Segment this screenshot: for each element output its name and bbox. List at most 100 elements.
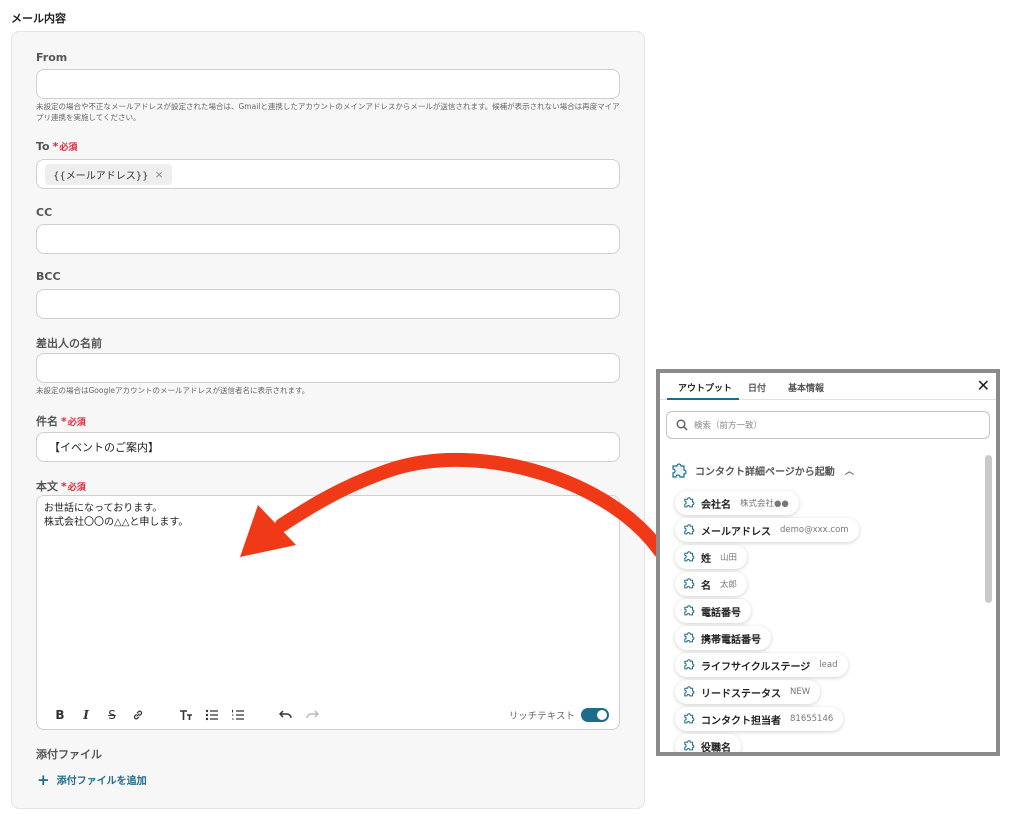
subject-label-text: 件名	[36, 415, 58, 428]
strikethrough-icon[interactable]: S	[99, 705, 125, 725]
add-attachment-button[interactable]: + 添付ファイルを追加	[37, 772, 147, 787]
italic-icon[interactable]: I	[73, 705, 99, 725]
from-label: From	[36, 51, 68, 64]
output-item[interactable]: ライフサイクルステージ lead	[675, 653, 848, 677]
bullet-list-icon[interactable]	[199, 705, 225, 725]
search-placeholder: 検索（前方一致）	[694, 421, 763, 431]
cc-label: CC	[36, 206, 53, 219]
output-item-value: 株式会社●●	[740, 499, 789, 509]
numbered-list-icon[interactable]	[225, 705, 251, 725]
body-editor[interactable]: お世話になっております。 株式会社〇〇の△△と申します。 B I S リッチテキ…	[36, 495, 620, 730]
puzzle-icon	[672, 463, 687, 478]
cc-input[interactable]	[36, 224, 620, 254]
body-text[interactable]: お世話になっております。 株式会社〇〇の△△と申します。	[44, 502, 188, 530]
redo-icon[interactable]	[299, 705, 325, 725]
required-text: 必須	[59, 143, 78, 153]
rich-text-toggle[interactable]	[581, 708, 609, 722]
puzzle-icon	[682, 494, 696, 513]
section-title: メール内容	[11, 12, 66, 25]
puzzle-icon	[682, 575, 696, 594]
subject-label: 件名 *必須	[36, 413, 86, 429]
output-item-value: demo@xxx.com	[780, 525, 849, 535]
output-item[interactable]: 電話番号	[675, 599, 751, 623]
output-item-name: 電話番号	[701, 607, 741, 619]
output-item-value: 太郎	[720, 580, 738, 590]
output-item-name: リードステータス	[701, 688, 781, 700]
to-chip[interactable]: {{メールアドレス}} ×	[45, 163, 172, 185]
required-text: 必須	[67, 483, 86, 493]
search-input[interactable]: 検索（前方一致）	[666, 411, 990, 439]
chevron-up-icon[interactable]: ︿	[845, 464, 854, 477]
output-item[interactable]: コンタクト担当者 81655146	[675, 707, 844, 731]
puzzle-icon	[682, 602, 696, 621]
puzzle-icon	[682, 629, 696, 648]
output-item[interactable]: 姓山田	[675, 545, 748, 569]
body-label-text: 本文	[36, 480, 58, 493]
output-item[interactable]: 会社名 株式会社●●	[675, 491, 799, 515]
scrollbar-thumb[interactable]	[985, 455, 992, 603]
output-item[interactable]: 名太郎	[675, 572, 748, 596]
puzzle-icon	[682, 710, 696, 729]
sender-name-input[interactable]	[36, 353, 620, 383]
puzzle-icon	[682, 548, 696, 567]
bcc-label: BCC	[36, 270, 61, 283]
required-text: 必須	[67, 418, 86, 428]
group-title: コンタクト詳細ページから起動	[695, 466, 835, 478]
output-item-value: lead	[819, 660, 838, 670]
output-item[interactable]: メールアドレス demo@xxx.com	[675, 518, 859, 542]
output-item-name: 名	[701, 580, 711, 592]
to-input[interactable]: {{メールアドレス}} ×	[36, 159, 620, 189]
link-icon[interactable]	[125, 705, 151, 725]
output-item-value: 山田	[720, 553, 738, 563]
sender-name-hint: 未設定の場合はGoogleアカウントのメールアドレスが送信者名に表示されます。	[36, 386, 310, 395]
add-attachment-label: 添付ファイルを追加	[56, 776, 147, 787]
output-item-name: コンタクト担当者	[701, 715, 781, 727]
text-size-icon[interactable]	[173, 705, 199, 725]
output-item-value: 81655146	[790, 714, 834, 724]
editor-toolbar: B I S リッチテキスト	[37, 701, 619, 729]
rich-text-label: リッチテキスト	[508, 711, 575, 722]
output-item-name: 会社名	[701, 499, 731, 511]
body-label: 本文 *必須	[36, 478, 86, 494]
tab-date[interactable]: 日付	[748, 381, 766, 394]
output-item-name: 携帯電話番号	[701, 634, 761, 646]
required-star: *	[61, 415, 67, 428]
tab-output[interactable]: アウトプット	[678, 381, 732, 394]
output-item-name: メールアドレス	[701, 526, 771, 538]
puzzle-icon	[682, 656, 696, 675]
to-label-text: To	[36, 140, 50, 153]
chip-remove-icon[interactable]: ×	[154, 168, 163, 181]
puzzle-icon	[682, 521, 696, 540]
puzzle-icon	[682, 737, 696, 753]
output-item[interactable]: リードステータス NEW	[675, 680, 821, 704]
subject-input[interactable]: 【イベントのご案内】	[36, 432, 620, 462]
output-item[interactable]: 役職名	[675, 734, 741, 754]
output-item-name: ライフサイクルステージ	[701, 661, 811, 673]
required-star: *	[52, 140, 59, 153]
output-group-header[interactable]: コンタクト詳細ページから起動 ︿	[669, 460, 854, 480]
bcc-input[interactable]	[36, 289, 620, 319]
output-item[interactable]: 携帯電話番号	[675, 626, 771, 650]
active-tab-indicator	[667, 398, 739, 400]
sender-name-label: 差出人の名前	[36, 337, 102, 350]
output-item-value: NEW	[790, 687, 811, 697]
bold-icon[interactable]: B	[47, 705, 73, 725]
close-icon[interactable]: ✕	[977, 376, 990, 395]
undo-icon[interactable]	[273, 705, 299, 725]
from-input[interactable]	[36, 69, 620, 99]
output-item-name: 役職名	[701, 742, 731, 754]
body-line: 株式会社〇〇の△△と申します。	[44, 517, 189, 528]
attachment-label: 添付ファイル	[36, 748, 102, 761]
search-icon	[676, 419, 688, 431]
to-label: To *必須	[36, 140, 77, 153]
output-item-name: 姓	[701, 553, 711, 565]
body-line: お世話になっております。	[44, 503, 163, 514]
tab-basic-info[interactable]: 基本情報	[788, 381, 824, 394]
plus-icon: +	[37, 770, 50, 789]
output-panel: アウトプット 日付 基本情報 ✕ 検索（前方一致） コンタクト詳細ページから起動…	[656, 369, 1000, 756]
to-chip-label: {{メールアドレス}}	[53, 170, 149, 182]
puzzle-icon	[682, 683, 696, 702]
required-star: *	[61, 480, 67, 493]
from-hint: 未設定の場合や不正なメールアドレスが設定された場合は、Gmailと連携したアカウ…	[36, 102, 620, 122]
panel-tabs: アウトプット 日付 基本情報 ✕	[660, 373, 996, 400]
